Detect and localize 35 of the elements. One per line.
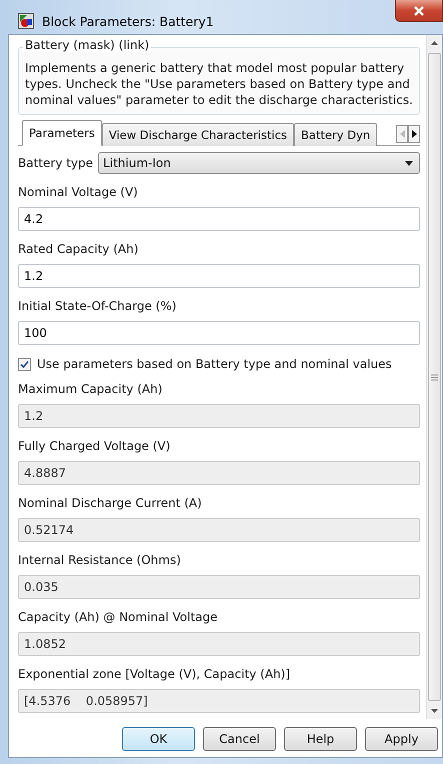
description-text: Implements a generic battery that model most popular battery types. Uncheck the "Use parameters based on Battery type and nominal values" parameter to edit the discharge characteristics. — [25, 60, 413, 108]
right-arrow-icon — [412, 130, 416, 138]
battery-type-dropdown[interactable]: Lithium-Ion — [98, 152, 420, 174]
field-label: Initial State-Of-Charge (%) — [18, 299, 178, 313]
field-label: Nominal Voltage (V) — [18, 185, 139, 199]
field-label: Internal Resistance (Ohms) — [18, 553, 182, 567]
tab-scroll-right[interactable] — [408, 125, 420, 143]
input-field[interactable]: 100 — [18, 321, 420, 345]
scrollbar[interactable] — [426, 35, 442, 719]
field-label: Fully Charged Voltage (V) — [18, 439, 172, 453]
field-label: Nominal Discharge Current (A) — [18, 496, 203, 510]
field-label: Maximum Capacity (Ah) — [18, 382, 164, 396]
close-icon — [413, 6, 425, 16]
field-label: Exponential zone [Voltage (V), Capacity (Ah)] — [18, 667, 292, 681]
input-field[interactable]: 4.2 — [18, 207, 420, 231]
left-arrow-icon — [400, 130, 404, 138]
close-button[interactable] — [395, 0, 443, 22]
window-title: Block Parameters: Battery1 — [42, 14, 214, 28]
dialog-button[interactable]: Help — [284, 727, 357, 751]
tab[interactable]: View Discharge Characteristics — [102, 123, 294, 146]
dialog-button[interactable]: OK — [122, 727, 195, 751]
checkbox-label: Use parameters based on Battery type and nominal values — [37, 357, 392, 371]
app-icon — [18, 13, 34, 29]
tab[interactable]: Battery Dyn — [294, 123, 378, 146]
dialog-button[interactable]: Apply — [365, 727, 438, 751]
tab[interactable]: Parameters — [22, 120, 102, 146]
field-label: Rated Capacity (Ah) — [18, 242, 140, 256]
group-title: Battery (mask) (link) — [23, 38, 152, 52]
field-label: Battery type — [18, 156, 94, 170]
input-field[interactable]: 1.2 — [18, 264, 420, 288]
dialog-button[interactable]: Cancel — [203, 727, 276, 751]
grip-icon — [431, 374, 438, 380]
caret-icon — [405, 160, 413, 166]
field-label: Capacity (Ah) @ Nominal Voltage — [18, 610, 219, 624]
checkbox[interactable] — [18, 358, 31, 370]
